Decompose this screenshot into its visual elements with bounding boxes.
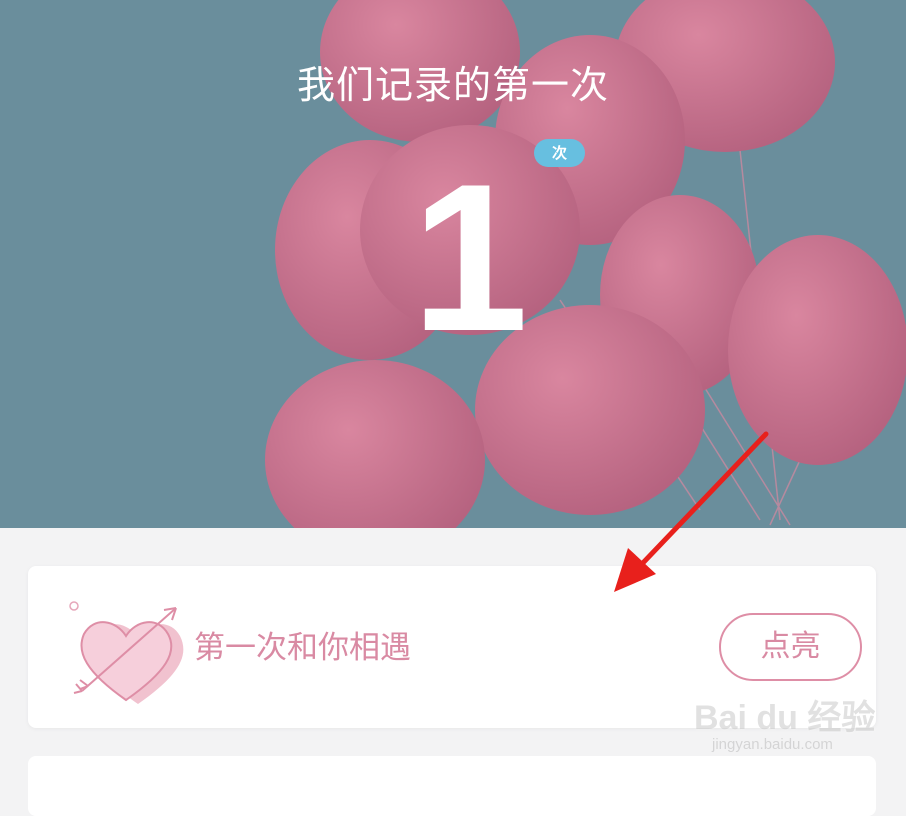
first-count-number: 1 [411,140,529,375]
watermark-url: jingyan.baidu.com [712,736,833,753]
heart-arrow-icon [69,601,184,704]
next-first-item-card[interactable] [28,756,876,816]
count-unit-badge: 次 [534,139,585,167]
watermark-brand: Bai du 经验 [694,699,876,737]
first-item-label: 第一次和你相遇 [194,630,411,666]
light-up-button[interactable]: 点亮 [719,613,862,681]
hero-banner: 我们记录的第一次 1 次 [0,0,906,528]
hero-title: 我们记录的第一次 [296,63,609,107]
baidu-watermark: Bai du 经验 jingyan.baidu.com [694,690,894,760]
